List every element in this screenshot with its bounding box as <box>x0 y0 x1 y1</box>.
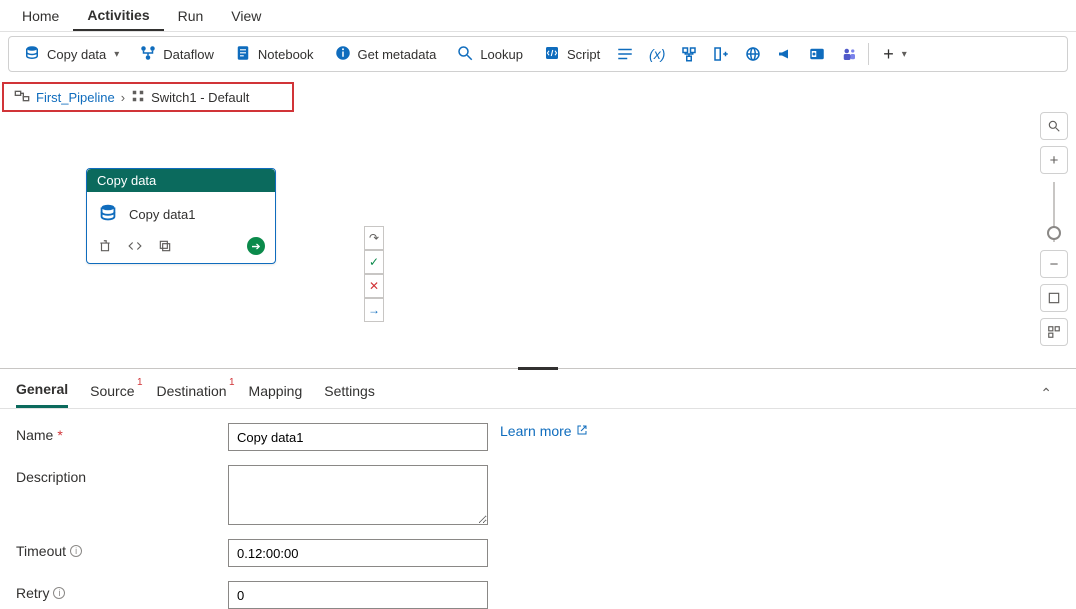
toolbar-wrap: Copy data ▾ Dataflow Notebook Get metada… <box>0 32 1076 76</box>
node-body: Copy data1 <box>87 192 275 233</box>
retry-label: Retry i <box>16 581 216 601</box>
properties-tabs: General Source1 Destination1 Mapping Set… <box>0 369 1076 409</box>
dataflow-button[interactable]: Dataflow <box>129 40 224 68</box>
tab-settings[interactable]: Settings <box>324 381 375 407</box>
notebook-button[interactable]: Notebook <box>224 40 324 68</box>
megaphone-icon[interactable] <box>770 40 800 68</box>
tab-general[interactable]: General <box>16 379 68 408</box>
menu-run[interactable]: Run <box>164 0 218 31</box>
notebook-icon <box>234 44 252 65</box>
tab-source[interactable]: Source1 <box>90 381 134 407</box>
node-header: Copy data <box>87 169 275 192</box>
branch-icon[interactable] <box>674 40 704 68</box>
code-icon[interactable] <box>127 238 143 254</box>
handle-fail-icon[interactable]: ✕ <box>364 274 384 298</box>
copy-data-label: Copy data <box>47 47 106 62</box>
dataflow-icon <box>139 44 157 65</box>
handle-completion-icon[interactable]: → <box>364 298 384 322</box>
description-input[interactable] <box>228 465 488 525</box>
properties-form: Name * Learn more Description Timeout i … <box>0 409 1076 609</box>
zoom-in-button[interactable]: + <box>1040 146 1068 174</box>
layout-button[interactable] <box>1040 318 1068 346</box>
breadcrumb-root-link[interactable]: First_Pipeline <box>36 90 115 105</box>
row-name: Name * Learn more <box>16 423 1060 451</box>
delete-icon[interactable] <box>97 238 113 254</box>
tab-destination[interactable]: Destination1 <box>157 381 227 407</box>
activity-node-wrap: Copy data Copy data1 ➔ <box>86 168 276 264</box>
search-icon <box>456 44 474 65</box>
insert-icon[interactable] <box>706 40 736 68</box>
copy-data-button[interactable]: Copy data ▾ <box>13 40 129 68</box>
copy-icon[interactable] <box>157 238 173 254</box>
breadcrumb: First_Pipeline › Switch1 - Default <box>2 82 294 112</box>
pipeline-icon <box>14 89 30 106</box>
row-retry: Retry i <box>16 581 1060 609</box>
row-description: Description <box>16 465 1060 525</box>
extra-icons: (x) <box>610 40 864 68</box>
switch-icon <box>131 89 145 106</box>
lookup-button[interactable]: Lookup <box>446 40 533 68</box>
node-title: Copy data1 <box>129 207 196 222</box>
node-actions: ➔ <box>87 233 275 263</box>
notebook-label: Notebook <box>258 47 314 62</box>
outlook-icon[interactable] <box>802 40 832 68</box>
timeout-label: Timeout i <box>16 539 216 559</box>
script-button[interactable]: Script <box>533 40 610 68</box>
retry-input[interactable] <box>228 581 488 609</box>
variable-icon[interactable]: (x) <box>642 40 672 68</box>
tab-mapping[interactable]: Mapping <box>249 381 303 407</box>
breadcrumb-separator: › <box>121 90 125 105</box>
get-metadata-button[interactable]: Get metadata <box>324 40 447 68</box>
collapse-panel-icon[interactable]: ⌃ <box>1040 385 1060 402</box>
script-icon <box>543 44 561 65</box>
row-timeout: Timeout i <box>16 539 1060 567</box>
timeout-input[interactable] <box>228 539 488 567</box>
script-label: Script <box>567 47 600 62</box>
chevron-down-icon: ▾ <box>114 49 119 60</box>
database-icon <box>23 44 41 65</box>
run-icon[interactable]: ➔ <box>247 237 265 255</box>
toolbar: Copy data ▾ Dataflow Notebook Get metada… <box>8 36 1068 72</box>
info-icon[interactable]: i <box>53 587 65 599</box>
zoom-slider[interactable] <box>1053 182 1055 242</box>
info-icon[interactable]: i <box>70 545 82 557</box>
toolbar-separator <box>868 43 869 65</box>
external-link-icon <box>576 423 588 439</box>
plus-icon: + <box>883 44 894 65</box>
dataflow-label: Dataflow <box>163 47 214 62</box>
globe-icon[interactable] <box>738 40 768 68</box>
top-menu: Home Activities Run View <box>0 0 1076 32</box>
properties-panel: General Source1 Destination1 Mapping Set… <box>0 368 1076 609</box>
teams-icon[interactable] <box>834 40 864 68</box>
chevron-down-icon: ▾ <box>902 49 907 60</box>
breadcrumb-current: Switch1 - Default <box>151 90 249 105</box>
name-label: Name * <box>16 423 216 443</box>
canvas[interactable]: Copy data Copy data1 ➔ <box>0 112 1076 368</box>
add-button[interactable]: + ▾ <box>873 40 917 68</box>
zoom-out-button[interactable]: − <box>1040 250 1068 278</box>
zoom-tools: + − <box>1040 112 1068 346</box>
fit-screen-button[interactable] <box>1040 284 1068 312</box>
lookup-label: Lookup <box>480 47 523 62</box>
menu-home[interactable]: Home <box>8 0 73 31</box>
info-circle-icon <box>334 44 352 65</box>
learn-more-link[interactable]: Learn more <box>500 423 588 439</box>
database-icon <box>97 202 119 227</box>
get-metadata-label: Get metadata <box>358 47 437 62</box>
lines-icon[interactable] <box>610 40 640 68</box>
node-output-handles: ↷ ✓ ✕ → <box>364 226 384 322</box>
copy-data-activity-node[interactable]: Copy data Copy data1 ➔ <box>86 168 276 264</box>
search-canvas-button[interactable] <box>1040 112 1068 140</box>
name-input[interactable] <box>228 423 488 451</box>
zoom-slider-thumb[interactable] <box>1047 226 1061 240</box>
handle-skip-icon[interactable]: ↷ <box>364 226 384 250</box>
handle-success-icon[interactable]: ✓ <box>364 250 384 274</box>
menu-activities[interactable]: Activities <box>73 0 163 31</box>
menu-view[interactable]: View <box>217 0 275 31</box>
description-label: Description <box>16 465 216 485</box>
